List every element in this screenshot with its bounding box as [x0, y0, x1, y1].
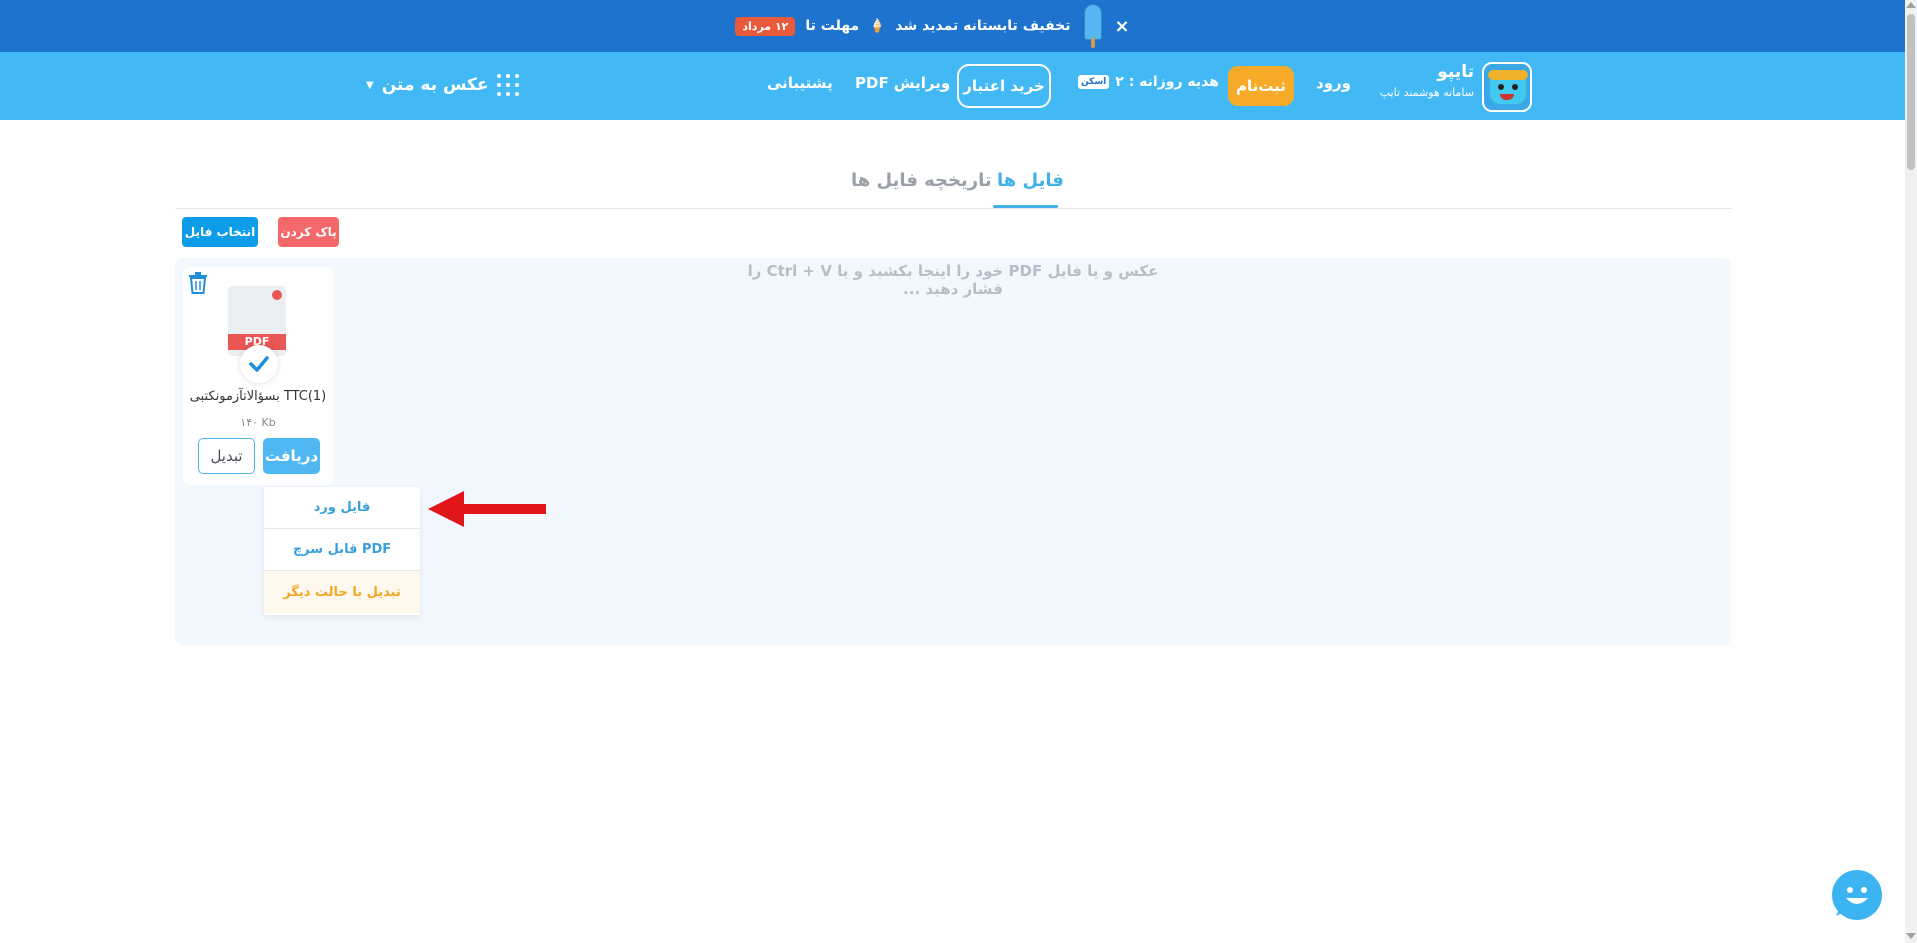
menu-item-other-mode[interactable]: تبدیل با حالت دیگر	[264, 571, 420, 613]
convert-button[interactable]: تبدیل	[198, 438, 255, 474]
daily-gift[interactable]: هدیه روزانه : ۲ اسکن	[1078, 74, 1219, 90]
active-tab-indicator	[993, 205, 1058, 208]
chat-widget-icon[interactable]	[1832, 870, 1882, 920]
download-button[interactable]: دریافت	[263, 438, 320, 474]
image-to-text-label: عکس به متن	[381, 75, 489, 95]
image-to-text-menu[interactable]: ▼ عکس به متن	[366, 74, 519, 96]
scan-chip: اسکن	[1078, 75, 1110, 89]
promo-deadline-badge: ۱۲ مرداد	[735, 16, 796, 36]
download-menu: فایل ورد PDF قابل سرچ تبدیل با حالت دیگر	[264, 487, 420, 615]
menu-item-word[interactable]: فایل ورد	[264, 487, 420, 529]
promo-deadline-text: مهلت تا	[805, 18, 860, 34]
scrollbar-thumb[interactable]	[1907, 14, 1915, 170]
tab-files[interactable]: فایل ها	[997, 170, 1064, 191]
brand-subtitle: سامانه هوشمند تایپ	[1379, 86, 1474, 99]
brand[interactable]: تایپو سامانه هوشمند تایپ	[1370, 62, 1474, 99]
daily-gift-label: هدیه روزانه : ۲	[1115, 74, 1219, 90]
file-size: ۱۴۰ Kb	[240, 416, 276, 429]
annotation-arrow-icon	[428, 491, 546, 527]
promo-banner: × تخفیف تابستانه تمدید شد 🍦 مهلت تا ۱۲ م…	[0, 0, 1905, 52]
drop-zone-hint: عکس و یا فایل PDF خود را اینجا بکشید و ی…	[747, 262, 1159, 298]
clear-button[interactable]: پاک کردن	[278, 217, 339, 247]
main-nav: تایپو سامانه هوشمند تایپ ورود ثبت‌نام هد…	[0, 52, 1905, 120]
close-icon[interactable]: ×	[1115, 16, 1130, 37]
chevron-down-icon: ▼	[366, 79, 374, 91]
scroll-up-icon[interactable]	[1906, 2, 1916, 8]
select-file-button[interactable]: انتخاب فایل	[182, 217, 258, 247]
tab-history[interactable]: تاریخچه فایل ها	[851, 170, 992, 191]
support-link[interactable]: پشتیبانی	[767, 74, 833, 92]
brand-title: تایپو	[1437, 62, 1474, 82]
popsicle-icon	[1081, 4, 1105, 48]
login-link[interactable]: ورود	[1316, 74, 1351, 92]
tabs-divider	[175, 208, 1731, 209]
file-name: بسؤالاتآزمونکتبی TTC(1)	[189, 389, 327, 404]
edit-pdf-link[interactable]: ویرایش PDF	[855, 74, 950, 92]
promo-content: × تخفیف تابستانه تمدید شد 🍦 مهلت تا ۱۲ م…	[0, 0, 1905, 52]
scroll-down-icon[interactable]	[1906, 933, 1916, 939]
ice-cream-icon: 🍦	[869, 18, 886, 34]
logo[interactable]	[1482, 62, 1532, 112]
menu-item-searchable-pdf[interactable]: PDF قابل سرچ	[264, 529, 420, 571]
buy-credit-button[interactable]: خرید اعتبار	[957, 64, 1051, 108]
trash-icon[interactable]	[188, 272, 208, 294]
signup-button[interactable]: ثبت‌نام	[1228, 66, 1294, 106]
mascot-icon	[1488, 70, 1528, 104]
promo-text: تخفیف تابستانه تمدید شد	[895, 18, 1071, 34]
check-icon	[240, 345, 278, 383]
scan-dots-icon	[496, 74, 519, 96]
